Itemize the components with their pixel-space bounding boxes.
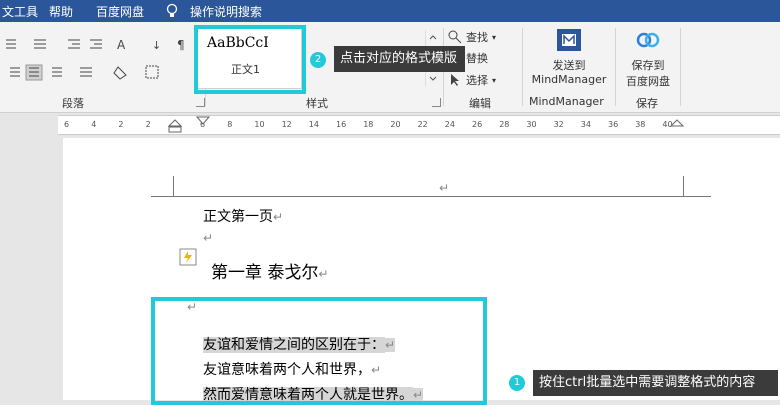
chapter-heading[interactable]: 第一章 泰戈尔↵ — [211, 258, 328, 283]
empty-paragraph-mark: ↵ — [203, 231, 214, 245]
select-label: 选择 — [466, 74, 488, 87]
ruler-tick-label: 16 — [336, 120, 347, 129]
header-paragraph-mark: ↵ — [439, 181, 450, 195]
ruler-tick-label: 38 — [635, 120, 646, 129]
step-2-badge: 2 — [310, 52, 326, 68]
styles-dialog-launcher[interactable] — [432, 98, 441, 107]
group-label-styles: 样式 — [306, 97, 328, 110]
menu-help[interactable]: 帮助 — [49, 3, 73, 20]
baidu-netdisk-label: 百度网盘 — [626, 75, 670, 88]
menu-bar: 文工具 帮助 百度网盘 操作说明搜索 — [0, 0, 780, 22]
ruler-tick-label: 28 — [499, 120, 510, 129]
menu-tools[interactable]: 文工具 — [2, 3, 38, 20]
annotation-highlight-style — [194, 25, 306, 94]
header-divider — [151, 196, 711, 197]
cursor-arrow-icon — [451, 74, 459, 86]
group-label-mindmanager: MindManager — [529, 95, 604, 108]
ruler-tick-label: 18 — [363, 120, 374, 129]
ruler-tick-label: 2 — [145, 120, 151, 129]
doc-line-body-first-page[interactable]: 正文第一页↵ — [203, 206, 283, 226]
ruler-tick-label: 26 — [472, 120, 483, 129]
ruler-tick-label: 36 — [608, 120, 619, 129]
menu-baidu-netdisk[interactable]: 百度网盘 — [96, 3, 144, 20]
search-icon — [448, 30, 462, 44]
save-to-label: 保存到 — [631, 59, 665, 72]
ruler-tick-label: 10 — [254, 120, 265, 129]
paragraph-row1-icons: A ↓ ¶ — [6, 38, 185, 52]
send-to-mindmanager-button[interactable]: 发送到 MindManager — [527, 26, 611, 92]
save-to-baidu-button[interactable]: 保存到 百度网盘 — [620, 26, 676, 92]
smart-tag-icon[interactable] — [179, 248, 197, 266]
ruler-tick-label: 6 — [64, 120, 70, 129]
paragraph-mark: ↵ — [273, 210, 284, 224]
ruler-tick-label: 34 — [580, 120, 591, 129]
ruler-tick-label: 12 — [281, 120, 292, 129]
group-label-save: 保存 — [636, 97, 658, 110]
lightbulb-icon — [166, 3, 178, 17]
right-indent-marker-icon[interactable] — [670, 116, 684, 134]
ruler-tick-label: 8 — [227, 120, 233, 129]
paragraph-mark: ↵ — [318, 267, 329, 281]
doc-line-text: 正文第一页 — [203, 209, 273, 225]
ruler-tick-label: 20 — [390, 120, 401, 129]
replace-label: 替换 — [466, 52, 488, 65]
step-1-callout: 按住ctrl批量选中需要调整格式的内容 — [533, 370, 778, 396]
ruler-tick-label: 30 — [526, 120, 537, 129]
group-label-editing: 编辑 — [469, 97, 491, 110]
mindmanager-label: MindManager — [531, 73, 607, 86]
tell-me-search[interactable]: 操作说明搜索 — [190, 3, 262, 20]
ruler-tick-label: 24 — [444, 120, 455, 129]
ruler-tick-label: 22 — [417, 120, 428, 129]
group-label-paragraph: 段落 — [62, 97, 84, 110]
first-line-indent-marker-icon[interactable] — [196, 116, 210, 126]
paragraph-dialog-launcher[interactable] — [196, 98, 205, 107]
left-indent-marker-icon[interactable] — [168, 116, 182, 134]
horizontal-ruler[interactable]: 642246810121416182022242628303234363840 — [58, 115, 780, 135]
step-2-callout: 点击对应的格式模版 — [334, 46, 466, 72]
ruler-tick-label: 2 — [118, 120, 124, 129]
mindmanager-icon — [557, 29, 581, 51]
baidu-cloud-icon — [636, 32, 660, 48]
find-label: 查找 — [466, 31, 488, 44]
chapter-heading-text: 第一章 泰戈尔 — [211, 263, 319, 283]
ruler-tick-label: 32 — [553, 120, 564, 129]
ruler-tick-label: 4 — [91, 120, 97, 129]
select-button[interactable]: 选择 ▾ — [448, 71, 496, 89]
send-to-label: 发送到 — [552, 59, 586, 72]
ruler-tick-label: 14 — [308, 120, 319, 129]
step-1-badge: 1 — [509, 375, 525, 391]
find-button[interactable]: 查找 ▾ — [448, 28, 496, 46]
svg-text:A: A — [117, 38, 126, 52]
svg-text:↓: ↓ — [152, 39, 161, 52]
svg-text:¶: ¶ — [177, 38, 185, 52]
paragraph-row2-icons — [10, 64, 159, 81]
annotation-highlight-selection — [151, 297, 487, 405]
